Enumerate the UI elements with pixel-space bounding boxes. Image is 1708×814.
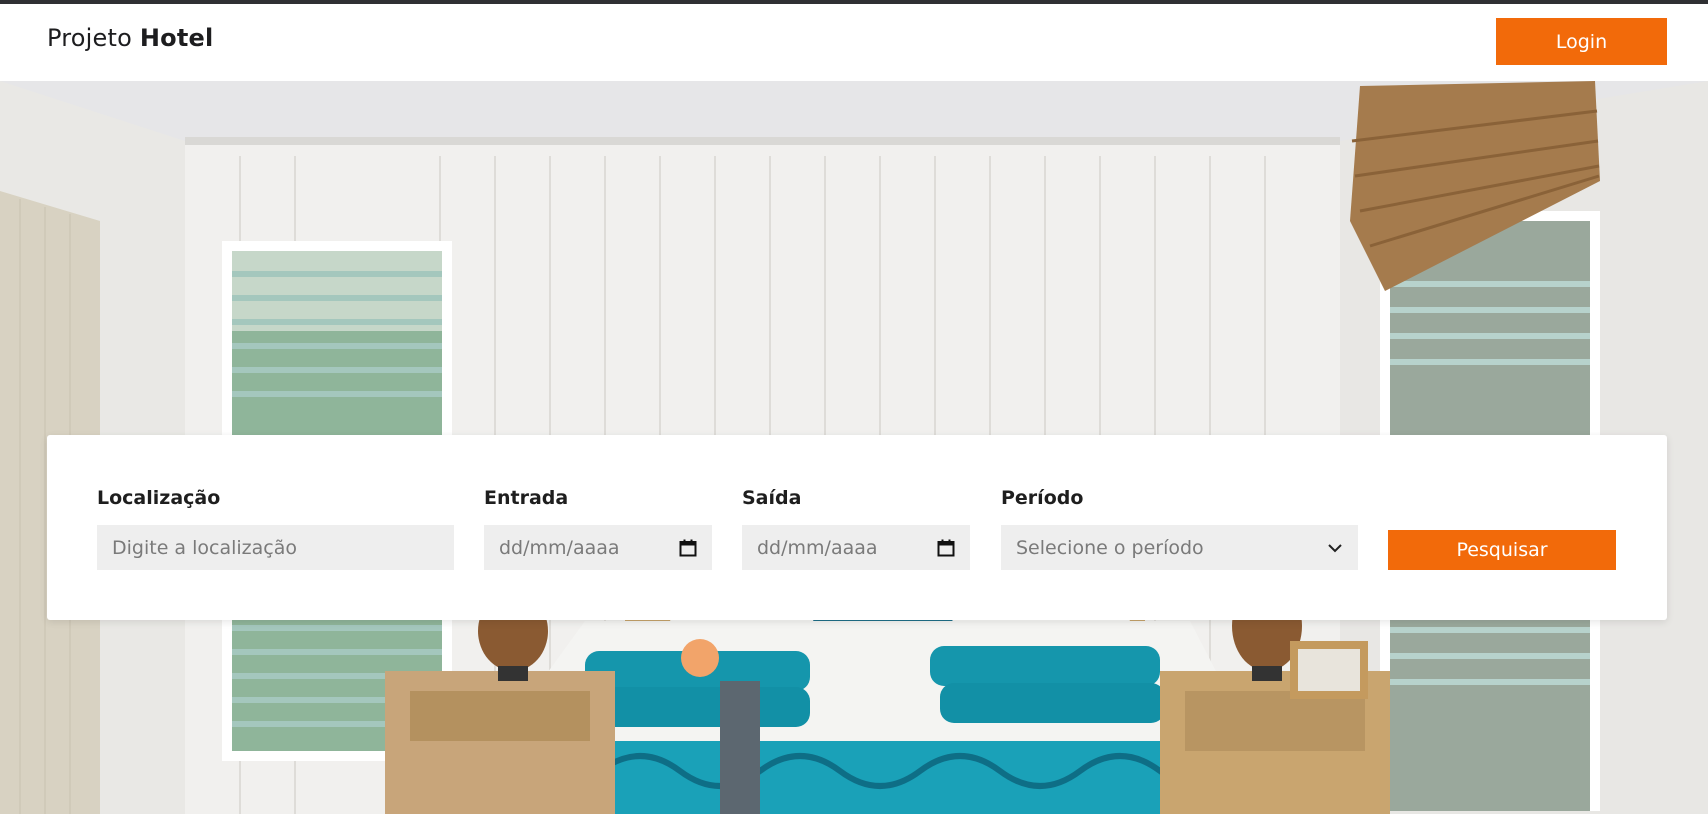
period-select[interactable]: Selecione o período xyxy=(1001,525,1358,570)
brand-prefix: Projeto xyxy=(47,24,140,52)
chevron-down-icon xyxy=(1327,543,1343,553)
login-button[interactable]: Login xyxy=(1496,18,1667,65)
calendar-icon[interactable] xyxy=(679,539,697,557)
location-input[interactable]: Digite a localização xyxy=(97,525,454,570)
checkout-placeholder: dd/mm/aaaa xyxy=(757,536,878,559)
site-brand[interactable]: Projeto Hotel xyxy=(47,24,213,52)
checkout-label: Saída xyxy=(742,487,802,509)
site-header: Projeto Hotel Login xyxy=(0,4,1708,81)
location-label: Localização xyxy=(97,487,221,509)
search-panel: Localização Digite a localização Entrada… xyxy=(47,435,1667,620)
checkin-date-input[interactable]: dd/mm/aaaa xyxy=(484,525,712,570)
checkin-label: Entrada xyxy=(484,487,569,509)
checkin-placeholder: dd/mm/aaaa xyxy=(499,536,620,559)
period-label: Período xyxy=(1001,487,1084,509)
search-button[interactable]: Pesquisar xyxy=(1388,530,1616,570)
brand-bold: Hotel xyxy=(139,24,214,52)
checkout-date-input[interactable]: dd/mm/aaaa xyxy=(742,525,970,570)
period-selected-value: Selecione o período xyxy=(1016,536,1204,559)
calendar-icon[interactable] xyxy=(937,539,955,557)
